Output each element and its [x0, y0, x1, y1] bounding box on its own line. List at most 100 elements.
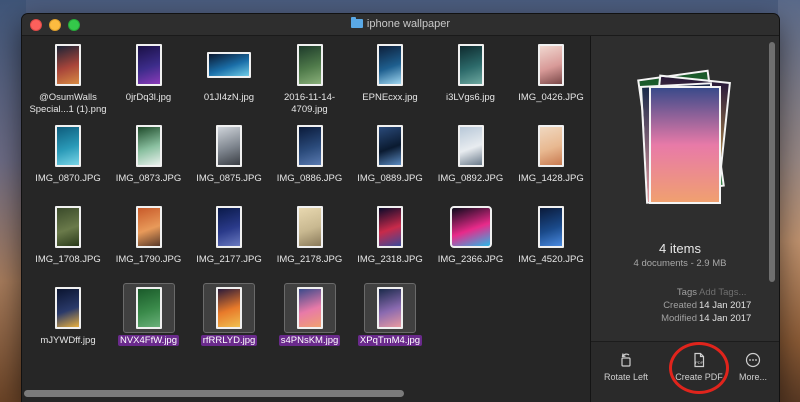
modified-label: Modified — [661, 313, 697, 324]
annotation-circle — [669, 342, 729, 394]
file-item[interactable]: IMG_1790.JPG — [109, 202, 189, 284]
file-name: IMG_1428.JPG — [518, 173, 584, 184]
file-thumbnail — [55, 206, 81, 248]
folder-icon — [350, 17, 363, 28]
file-thumbnail — [377, 44, 403, 86]
file-thumbnail — [216, 287, 242, 329]
file-thumbnail — [207, 52, 251, 78]
file-thumbnail — [135, 206, 162, 248]
file-thumbnail — [135, 44, 162, 86]
file-name: IMG_0889.JPG — [357, 173, 423, 184]
file-name: IMG_0892.JPG — [437, 173, 504, 184]
file-item[interactable]: IMG_1428.JPG — [511, 121, 591, 203]
horizontal-scrollbar[interactable] — [24, 390, 404, 397]
file-name: IMG_0426.JPG — [518, 92, 584, 103]
file-name: IMG_1790.JPG — [115, 254, 182, 265]
file-thumbnail — [296, 125, 323, 167]
file-grid-area: @OsumWalls Special...1 (1).png 0jrDq3l.jp… — [22, 36, 590, 402]
file-item[interactable]: IMG_2177.JPG — [189, 202, 269, 284]
file-name: IMG_0870.JPG — [35, 173, 101, 184]
file-item[interactable]: IMG_0892.JPG — [431, 121, 511, 203]
file-thumbnail — [55, 44, 81, 86]
file-thumbnail — [296, 206, 323, 248]
file-name: i3LVgs6.jpg — [446, 92, 495, 103]
file-item[interactable]: s4PNsKM.jpg — [270, 283, 350, 365]
file-name: NVX4FfW.jpg — [117, 335, 180, 346]
file-item[interactable]: IMG_0873.JPG — [109, 121, 189, 203]
file-thumbnail — [135, 287, 162, 329]
file-item[interactable]: XPqTmM4.jpg — [350, 283, 430, 365]
file-name: IMG_0873.JPG — [115, 173, 182, 184]
rotate-left-icon — [621, 353, 631, 367]
file-item[interactable]: EPNEcxx.jpg — [350, 40, 430, 122]
window-title-text: iphone wallpaper — [366, 18, 451, 30]
more-label: More... — [738, 372, 767, 382]
file-name: 0jrDq3l.jpg — [125, 92, 172, 103]
file-thumbnail — [457, 125, 484, 167]
file-item[interactable]: IMG_4520.JPG — [511, 202, 591, 284]
more-button[interactable]: More... — [729, 352, 777, 382]
file-item[interactable]: 0jrDq3l.jpg — [109, 40, 189, 122]
rotate-left-label: Rotate Left — [603, 372, 649, 382]
tags-field[interactable]: Add Tags... — [699, 286, 779, 299]
file-thumbnail — [457, 44, 484, 86]
file-name: rfRRLYD.jpg — [200, 335, 258, 346]
file-thumbnail — [377, 206, 403, 248]
file-name: @OsumWalls Special...1 (1).png — [29, 92, 107, 115]
more-icon — [745, 352, 761, 368]
created-label: Created — [663, 300, 697, 311]
selection-count: 4 items — [659, 241, 701, 256]
file-thumbnail — [216, 125, 242, 167]
file-thumbnail — [55, 287, 81, 329]
vertical-scrollbar[interactable] — [769, 42, 775, 282]
file-item[interactable]: IMG_2318.JPG — [350, 202, 430, 284]
preview-card — [649, 86, 721, 204]
file-item[interactable]: NVX4FfW.jpg — [109, 283, 189, 365]
metadata-list: Tags Add Tags... Created 14 Jan 2017 Mod… — [591, 286, 779, 326]
window-title: iphone wallpaper — [22, 17, 779, 30]
selection-summary: 4 documents - 2.9 MB — [633, 258, 727, 269]
file-thumbnail — [449, 206, 492, 248]
title-bar[interactable]: iphone wallpaper — [22, 14, 779, 36]
file-item[interactable]: IMG_0875.JPG — [189, 121, 269, 203]
finder-window: iphone wallpaper @OsumWalls Special...1 … — [22, 14, 779, 402]
file-name: XPqTmM4.jpg — [357, 335, 423, 346]
file-item[interactable]: IMG_2178.JPG — [270, 202, 350, 284]
file-name: 01JI4zN.jpg — [203, 92, 255, 103]
file-item[interactable]: rfRRLYD.jpg — [189, 283, 269, 365]
modified-value: 14 Jan 2017 — [699, 313, 752, 324]
file-item[interactable]: 01JI4zN.jpg — [189, 40, 269, 122]
file-item[interactable]: @OsumWalls Special...1 (1).png — [28, 40, 108, 122]
file-name: IMG_2177.JPG — [196, 254, 262, 265]
file-name: s4PNsKM.jpg — [278, 335, 341, 346]
file-item[interactable]: IMG_0886.JPG — [270, 121, 350, 203]
tags-label: Tags — [676, 287, 697, 298]
file-item[interactable]: IMG_0889.JPG — [350, 121, 430, 203]
file-thumbnail — [55, 125, 81, 167]
file-item[interactable]: IMG_1708.JPG — [28, 202, 108, 284]
file-item[interactable]: i3LVgs6.jpg — [431, 40, 511, 122]
rotate-left-button[interactable]: Rotate Left — [597, 352, 655, 382]
file-thumbnail — [377, 125, 403, 167]
file-thumbnail — [538, 206, 564, 248]
file-name: IMG_2318.JPG — [357, 254, 423, 265]
file-item[interactable]: IMG_0426.JPG — [511, 40, 591, 122]
file-thumbnail — [377, 287, 403, 329]
file-name: IMG_2366.JPG — [437, 254, 504, 265]
file-item[interactable]: 2016-11-14-4709.jpg — [270, 40, 350, 122]
preview-pane: 4 items 4 documents - 2.9 MB Tags Add Ta… — [591, 36, 779, 402]
file-name: IMG_4520.JPG — [518, 254, 584, 265]
file-name: mJYWDff.jpg — [40, 335, 96, 346]
preview-stack — [637, 69, 731, 220]
file-item[interactable]: IMG_2366.JPG — [431, 202, 511, 284]
file-thumbnail — [538, 44, 564, 86]
file-name: IMG_0875.JPG — [196, 173, 262, 184]
file-item[interactable]: mJYWDff.jpg — [28, 283, 108, 365]
file-item[interactable]: IMG_0870.JPG — [28, 121, 108, 203]
created-value: 14 Jan 2017 — [699, 300, 752, 311]
file-thumbnail — [538, 125, 564, 167]
file-name: 2016-11-14-4709.jpg — [283, 92, 336, 115]
file-thumbnail — [135, 125, 162, 167]
file-name: EPNEcxx.jpg — [362, 92, 418, 103]
file-thumbnail — [296, 287, 323, 329]
